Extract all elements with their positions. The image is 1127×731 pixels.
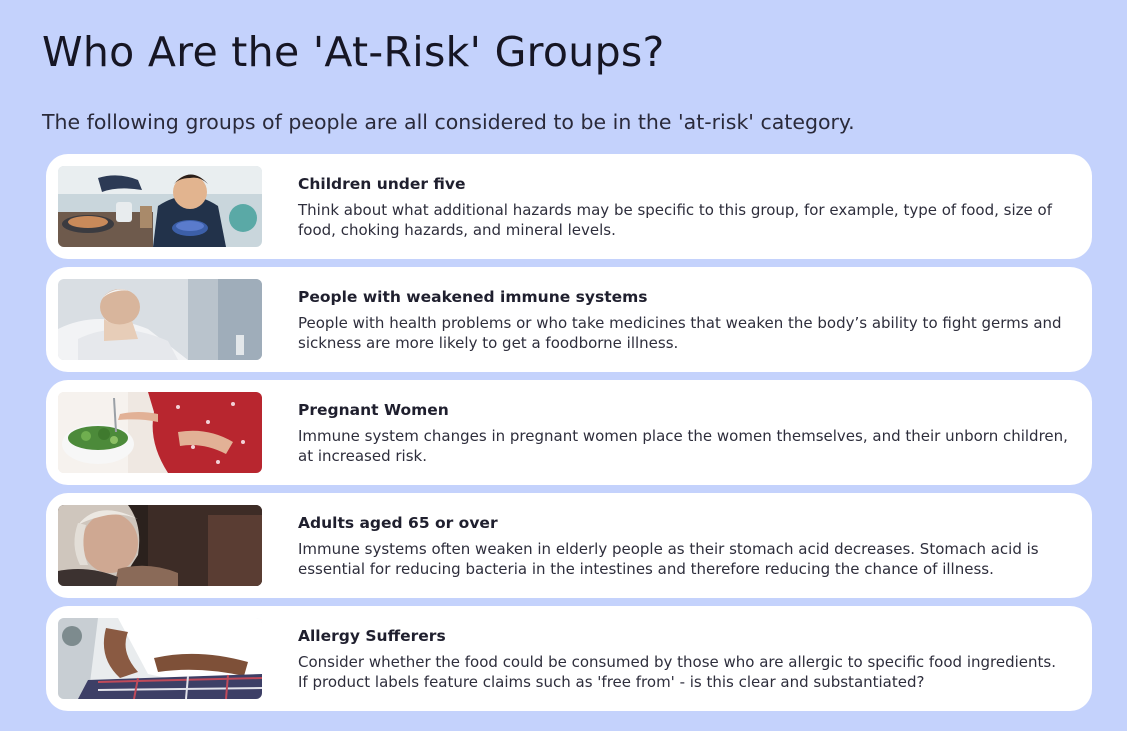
person-with-stomach-ache-photo	[58, 618, 262, 699]
elderly-man-in-hospital-bed-photo	[58, 279, 262, 360]
group-description: Think about what additional hazards may …	[298, 201, 1052, 239]
group-card-text: Pregnant Women Immune system changes in …	[298, 400, 1068, 466]
group-card-allergy-sufferers: Allergy Sufferers Consider whether the f…	[46, 606, 1092, 711]
pregnant-woman-with-salad-photo	[58, 392, 262, 473]
group-description: People with health problems or who take …	[298, 314, 1062, 352]
group-heading: Pregnant Women	[298, 401, 449, 419]
elderly-woman-portrait-photo	[58, 505, 262, 586]
page: Who Are the 'At-Risk' Groups? The follow…	[0, 0, 1127, 731]
group-card-text: Adults aged 65 or over Immune systems of…	[298, 513, 1068, 579]
group-heading: Children under five	[298, 175, 466, 193]
page-intro: The following groups of people are all c…	[42, 110, 855, 134]
group-description: Immune systems often weaken in elderly p…	[298, 540, 1039, 578]
group-description: Immune system changes in pregnant women …	[298, 427, 1068, 465]
group-card-adults-65: Adults aged 65 or over Immune systems of…	[46, 493, 1092, 598]
group-card-text: People with weakened immune systems Peop…	[298, 287, 1068, 353]
page-title: Who Are the 'At-Risk' Groups?	[42, 28, 665, 76]
group-heading: People with weakened immune systems	[298, 288, 648, 306]
group-heading: Allergy Sufferers	[298, 627, 446, 645]
group-description: Consider whether the food could be consu…	[298, 653, 1056, 691]
group-card-text: Allergy Sufferers Consider whether the f…	[298, 626, 1068, 692]
group-card-children: Children under five Think about what add…	[46, 154, 1092, 259]
group-card-weakened-immune: People with weakened immune systems Peop…	[46, 267, 1092, 372]
group-card-pregnant-women: Pregnant Women Immune system changes in …	[46, 380, 1092, 485]
group-card-text: Children under five Think about what add…	[298, 174, 1068, 240]
child-eating-photo	[58, 166, 262, 247]
group-list: Children under five Think about what add…	[46, 154, 1092, 719]
group-heading: Adults aged 65 or over	[298, 514, 498, 532]
